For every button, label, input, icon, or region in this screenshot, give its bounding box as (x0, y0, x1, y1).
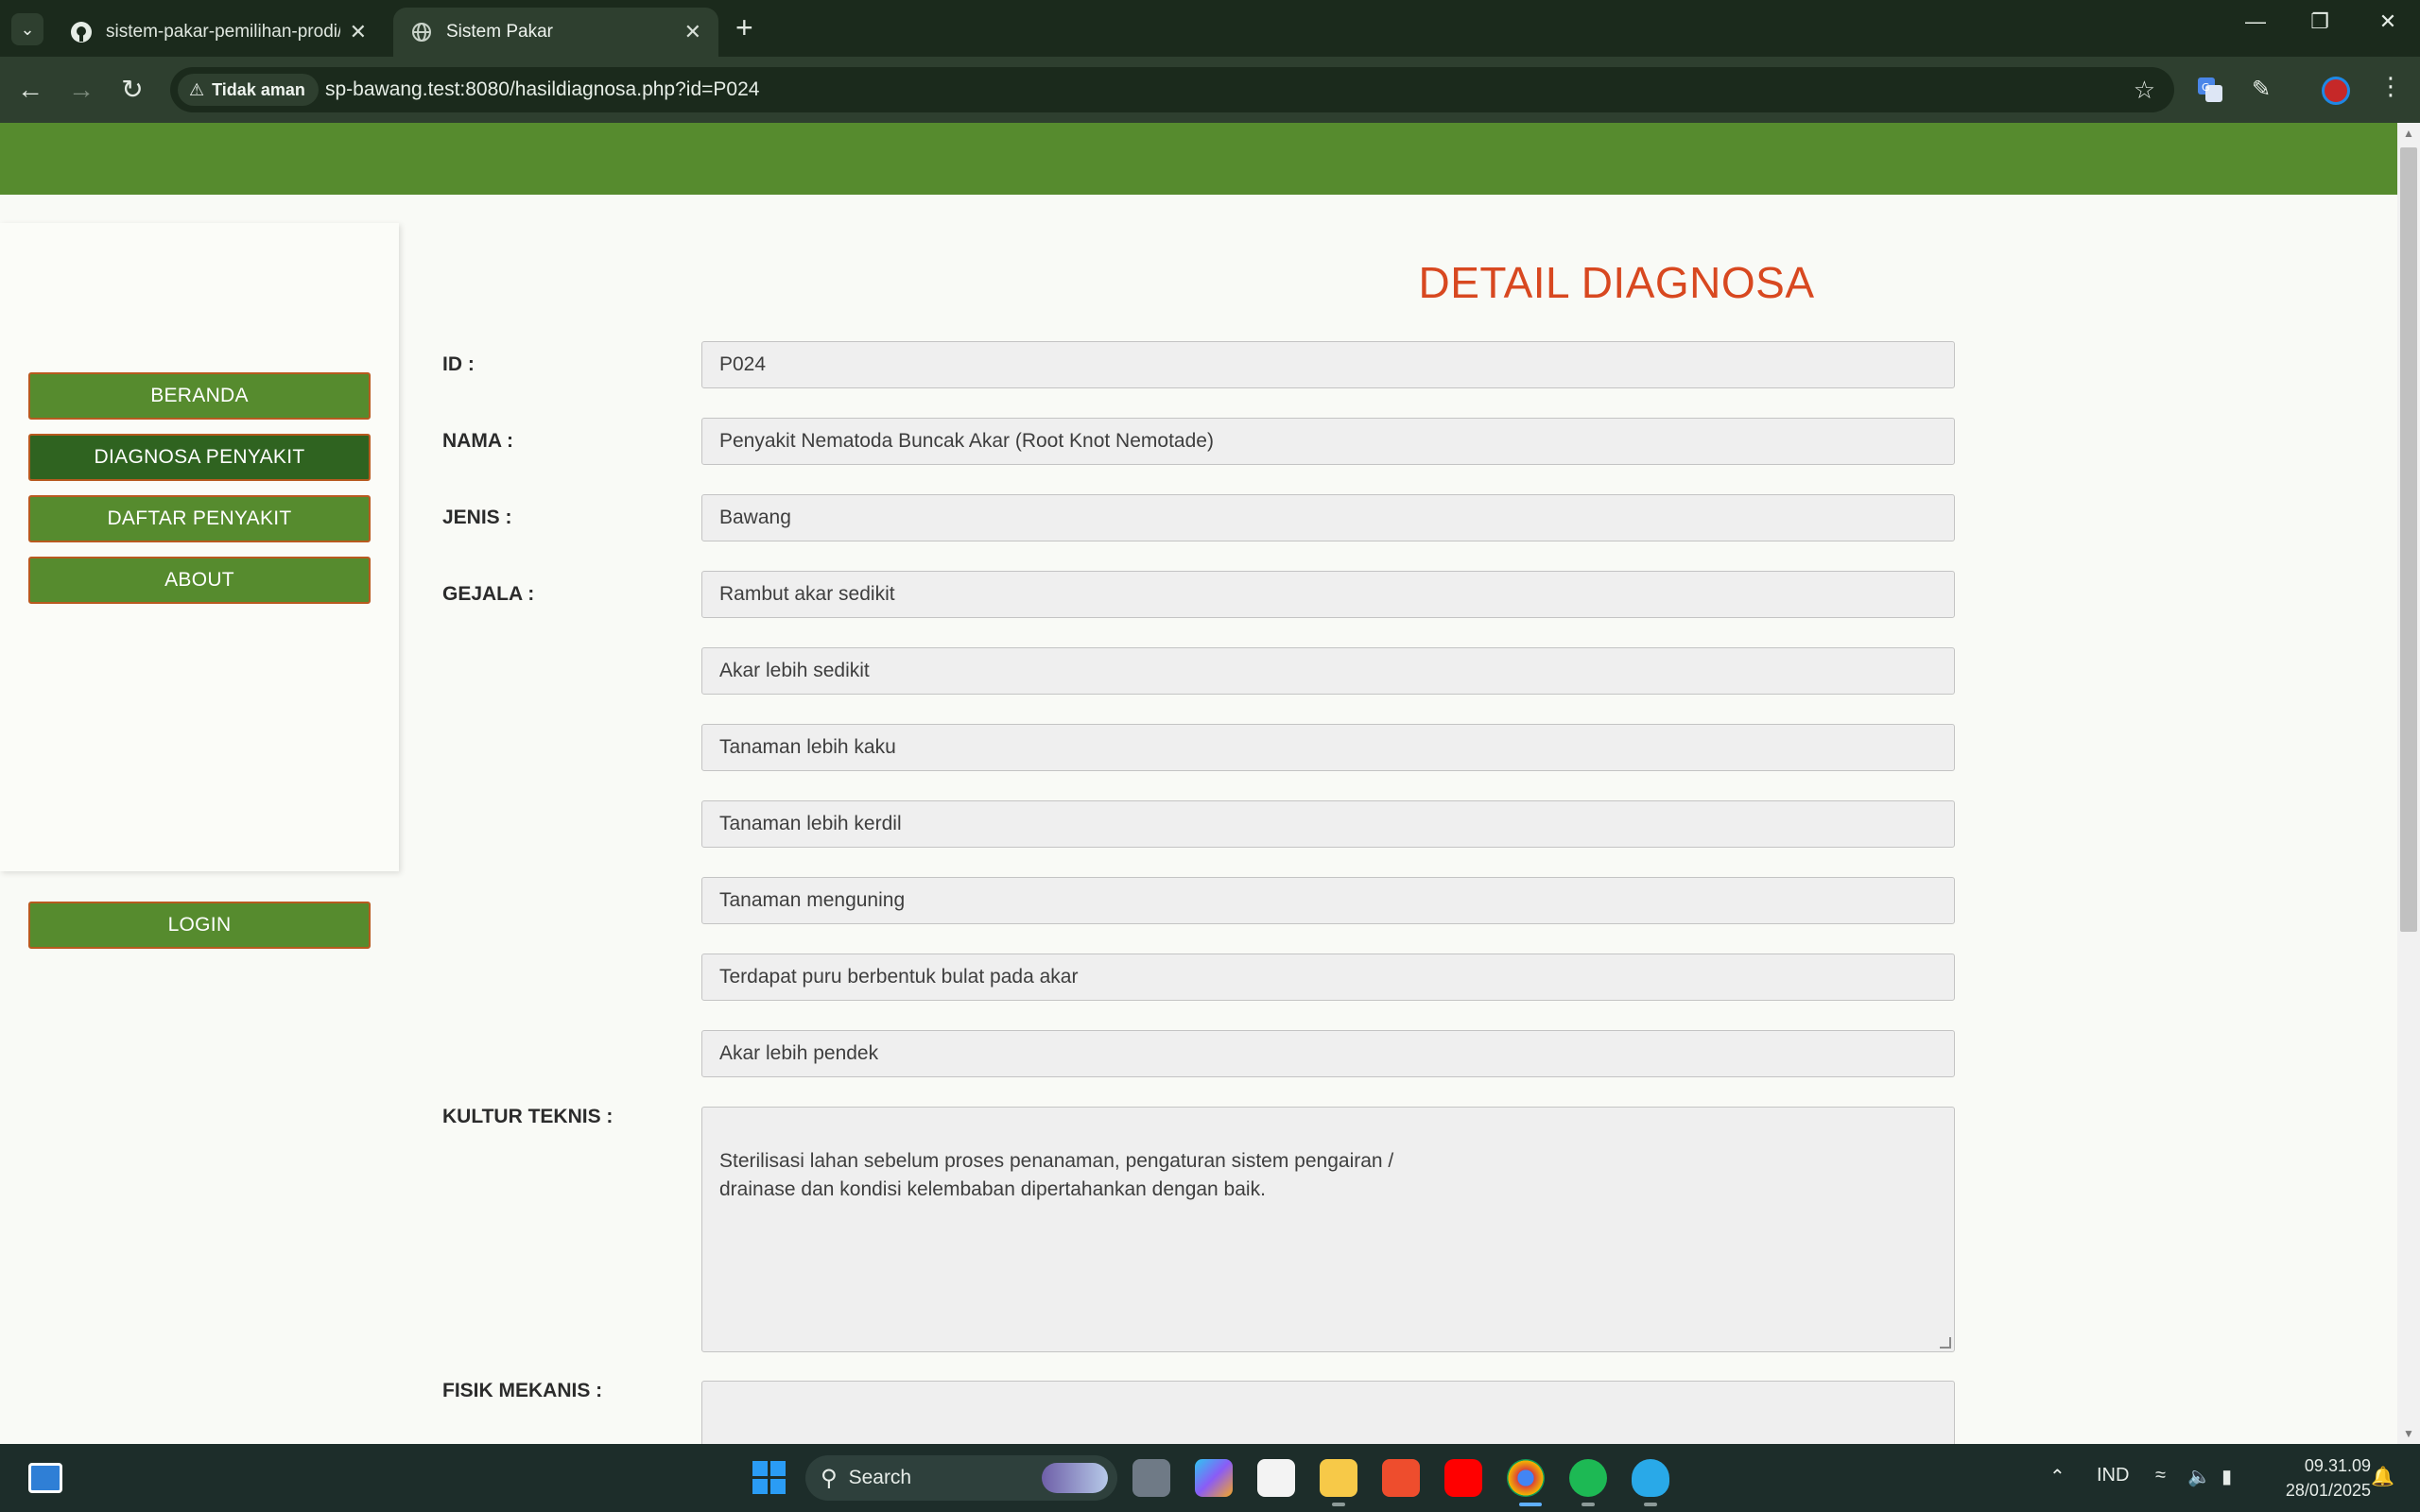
forward-arrow-icon[interactable]: → (64, 74, 98, 108)
page-header-bar (0, 123, 2397, 195)
extensions-puzzle-icon[interactable]: ✎ (2244, 73, 2278, 107)
windows-start-icon[interactable] (752, 1461, 786, 1495)
github-icon (70, 21, 93, 43)
minimize-icon[interactable]: — (2227, 9, 2284, 34)
jenis-label: JENIS : (442, 507, 512, 528)
scroll-thumb[interactable] (2400, 147, 2417, 932)
gejala-field[interactable]: Terdapat puru berbentuk bulat pada akar (701, 954, 1955, 1001)
reload-icon[interactable]: ↻ (115, 74, 149, 108)
gejala-label: GEJALA : (442, 583, 535, 605)
kultur-teknis-text: Sterilisasi lahan sebelum proses penanam… (719, 1150, 1394, 1200)
gejala-field[interactable]: Tanaman lebih kaku (701, 724, 1955, 771)
globe-icon (410, 21, 433, 43)
page-viewport: BERANDA DIAGNOSA PENYAKIT DAFTAR PENYAKI… (0, 123, 2397, 1444)
url-text[interactable]: sp-bawang.test:8080/hasildiagnosa.php?id… (325, 78, 759, 101)
profile-avatar[interactable] (2322, 77, 2350, 105)
volume-icon[interactable]: 🔈 (2187, 1465, 2211, 1488)
battery-icon[interactable]: ▮ (2221, 1465, 2232, 1488)
warning-triangle-icon: ⚠ (189, 79, 205, 99)
translate-icon[interactable]: G (2193, 73, 2227, 107)
running-indicator (1582, 1503, 1595, 1506)
login-button[interactable]: LOGIN (28, 902, 371, 949)
shopee-icon[interactable] (1382, 1459, 1420, 1497)
browser-tab-bar: ⌄ sistem-pakar-pemilihan-prodi/ ✕ Sistem… (0, 0, 2420, 57)
language-indicator[interactable]: IND (2097, 1465, 2129, 1486)
kultur-teknis-textarea[interactable]: Sterilisasi lahan sebelum proses penanam… (701, 1107, 1955, 1352)
scroll-down-arrow-icon[interactable]: ▼ (2401, 1427, 2416, 1440)
tab-github[interactable]: sistem-pakar-pemilihan-prodi/ ✕ (53, 8, 384, 57)
running-indicator (1644, 1503, 1657, 1506)
sidebar-item-about[interactable]: ABOUT (28, 557, 371, 604)
address-bar[interactable]: ⚠ Tidak aman sp-bawang.test:8080/hasildi… (170, 67, 2174, 112)
widgets-icon[interactable] (28, 1463, 62, 1493)
browser-toolbar: ← → ↻ ⚠ Tidak aman sp-bawang.test:8080/h… (0, 57, 2420, 123)
show-hidden-icons-chevron[interactable]: ⌃ (2049, 1465, 2066, 1488)
taskbar-search-box[interactable]: ⚲ Search (805, 1455, 1117, 1501)
gejala-field[interactable]: Akar lebih pendek (701, 1030, 1955, 1077)
detail-content: DETAIL DIAGNOSA ID : P024 NAMA : Penyaki… (416, 195, 2397, 1444)
scroll-up-arrow-icon[interactable]: ▲ (2401, 127, 2416, 140)
gejala-field[interactable]: Rambut akar sedikit (701, 571, 1955, 618)
sidebar-item-diagnosa-penyakit[interactable]: DIAGNOSA PENYAKIT (28, 434, 371, 481)
tab-close-icon[interactable]: ✕ (350, 20, 367, 44)
tab-title: Sistem Pakar (446, 22, 553, 42)
app-icon[interactable] (1632, 1459, 1669, 1497)
clock-time: 09.31.09 (2304, 1456, 2371, 1475)
tab-search-chevron-icon[interactable]: ⌄ (11, 13, 43, 45)
resize-handle-icon[interactable] (1940, 1337, 1951, 1349)
tab-sistem-pakar[interactable]: Sistem Pakar ✕ (393, 8, 718, 57)
spotify-icon[interactable] (1569, 1459, 1607, 1497)
id-label: ID : (442, 353, 475, 375)
fisik-mekanis-textarea[interactable] (701, 1381, 1955, 1444)
file-explorer-icon[interactable] (1320, 1459, 1357, 1497)
back-arrow-icon[interactable]: ← (13, 74, 47, 108)
id-field[interactable]: P024 (701, 341, 1955, 388)
taskbar-search-label: Search (848, 1467, 912, 1488)
gejala-field[interactable]: Akar lebih sedikit (701, 647, 1955, 695)
fisik-mekanis-label: FISIK MEKANIS : (442, 1380, 603, 1401)
running-indicator (1332, 1503, 1345, 1506)
page-scrollbar[interactable]: ▲ ▼ (2397, 123, 2420, 1444)
youtube-icon[interactable] (1444, 1459, 1482, 1497)
copilot-icon[interactable] (1195, 1459, 1233, 1497)
bookmark-star-icon[interactable]: ☆ (2134, 76, 2155, 105)
new-tab-plus-icon[interactable]: + (735, 11, 753, 43)
svg-text:G: G (2202, 81, 2210, 94)
notification-bell-icon[interactable]: 🔔 (2371, 1465, 2394, 1488)
task-view-icon[interactable] (1132, 1459, 1170, 1497)
page-title: DETAIL DIAGNOSA (1418, 258, 1815, 307)
tab-title: sistem-pakar-pemilihan-prodi/ (106, 22, 340, 42)
gejala-field[interactable]: Tanaman menguning (701, 877, 1955, 924)
security-chip[interactable]: ⚠ Tidak aman (178, 74, 319, 106)
jenis-field[interactable]: Bawang (701, 494, 1955, 541)
tab-close-icon[interactable]: ✕ (684, 20, 701, 44)
kultur-teknis-label: KULTUR TEKNIS : (442, 1106, 614, 1127)
restore-icon[interactable]: ❐ (2291, 9, 2348, 34)
taskbar: ⚲ Search ⌃ IND ≈ 🔈 ▮ 09.31.09 28/01/2025… (0, 1444, 2420, 1512)
gejala-field[interactable]: Tanaman lebih kerdil (701, 800, 1955, 848)
active-app-indicator (1519, 1503, 1542, 1506)
search-icon: ⚲ (821, 1465, 838, 1491)
more-menu-icon[interactable]: ⋮ (2378, 72, 2403, 101)
taskbar-clock[interactable]: 09.31.09 28/01/2025 (2267, 1453, 2371, 1503)
nama-label: NAMA : (442, 430, 514, 452)
nama-field[interactable]: Penyakit Nematoda Buncak Akar (Root Knot… (701, 418, 1955, 465)
microsoft-store-icon[interactable] (1257, 1459, 1295, 1497)
security-label: Tidak aman (212, 79, 305, 99)
sidebar: BERANDA DIAGNOSA PENYAKIT DAFTAR PENYAKI… (0, 223, 399, 949)
search-highlight-image (1042, 1463, 1108, 1493)
close-window-icon[interactable]: ✕ (2360, 9, 2416, 34)
sidebar-item-daftar-penyakit[interactable]: DAFTAR PENYAKIT (28, 495, 371, 542)
clock-date: 28/01/2025 (2285, 1481, 2371, 1500)
sidebar-item-beranda[interactable]: BERANDA (28, 372, 371, 420)
wifi-icon[interactable]: ≈ (2155, 1465, 2166, 1486)
chrome-icon[interactable] (1507, 1459, 1545, 1497)
